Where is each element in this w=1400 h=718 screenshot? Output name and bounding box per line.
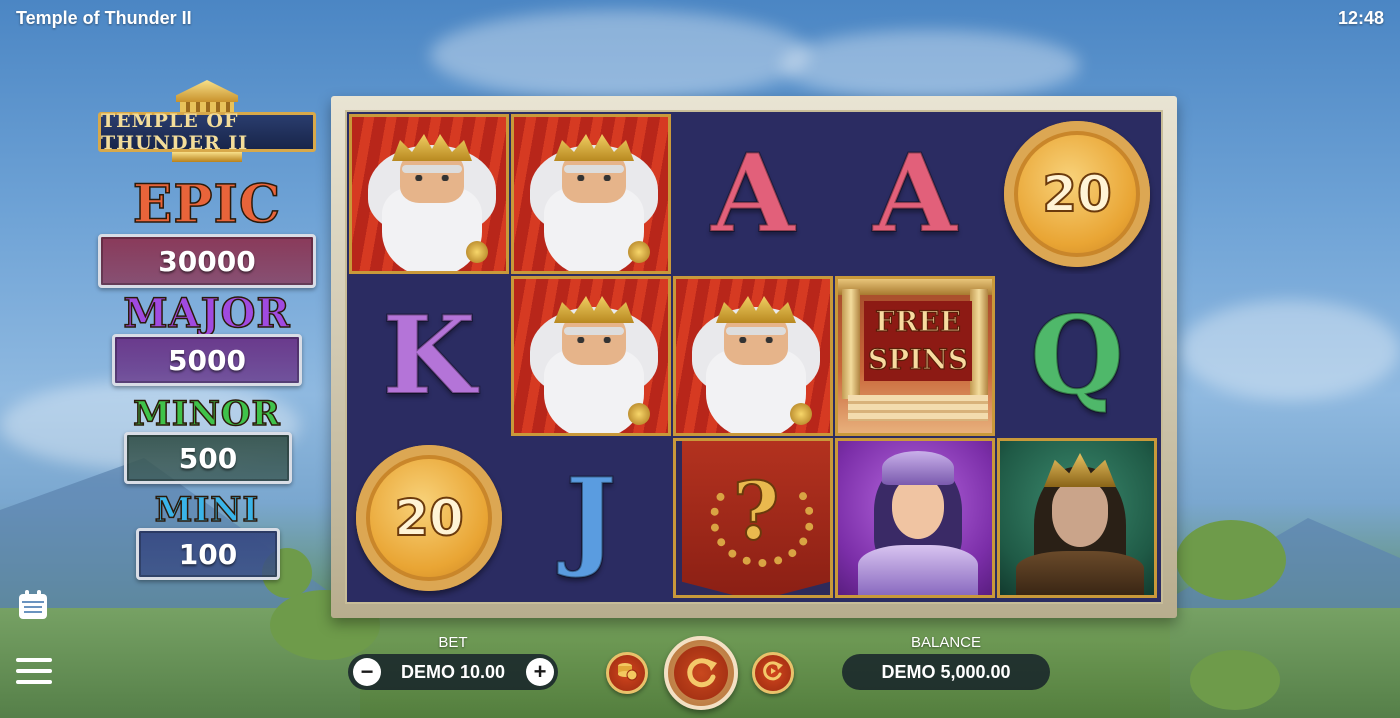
- temple-column: [842, 289, 860, 399]
- autoplay-icon: [761, 659, 785, 688]
- bet-increase-button[interactable]: +: [526, 658, 554, 686]
- logo-text: TEMPLE OF THUNDER II: [98, 110, 316, 154]
- zeus-portrait: [514, 279, 668, 433]
- zeus-eyes: [572, 175, 616, 181]
- athena-symbol: [835, 438, 995, 598]
- temple-steps: [848, 395, 988, 421]
- athena-armor: [858, 545, 978, 595]
- reel-grid: A A 20 K FREE SPINS Q 20 J?: [345, 110, 1163, 604]
- letter-symbol-a: A: [835, 114, 995, 274]
- zeus-medal: [628, 403, 650, 425]
- jackpot-value-mini: 100: [136, 528, 280, 580]
- athena-portrait: [838, 441, 992, 595]
- zeus-symbol: [511, 276, 671, 436]
- letter-glyph: K: [381, 293, 477, 419]
- zeus-eyes: [572, 337, 616, 343]
- zeus-medal: [790, 403, 812, 425]
- jackpot-title-major: MAJOR: [123, 289, 291, 338]
- jackpot-value-major: 5000: [112, 334, 302, 386]
- gold-coin: 20: [1004, 121, 1150, 267]
- coin-symbol: 20: [349, 438, 509, 598]
- letter-symbol-a: A: [673, 114, 833, 274]
- letter-symbol-j: J: [511, 438, 671, 598]
- jackpot-title-minor: MINOR: [133, 393, 281, 435]
- zeus-brow: [564, 165, 624, 173]
- bet-value: DEMO 10.00: [400, 661, 506, 682]
- bet-label: BET: [438, 634, 468, 651]
- athena-face: [892, 477, 944, 539]
- jackpot-title-epic: EPIC: [132, 173, 282, 236]
- autoplay-button[interactable]: [752, 652, 794, 694]
- gold-coin: 20: [356, 445, 502, 591]
- free-spins-symbol: FREE SPINS: [835, 276, 995, 436]
- jackpot-title-mini: MINI: [154, 489, 260, 531]
- zeus-medal: [628, 241, 650, 263]
- background-tree: [1190, 650, 1280, 710]
- letter-glyph: Q: [1029, 293, 1125, 419]
- temple-column: [970, 289, 988, 399]
- zeus-symbol: [673, 276, 833, 436]
- mystery-symbol: ?: [673, 438, 833, 598]
- zeus-brow: [726, 327, 786, 335]
- spin-button[interactable]: [664, 636, 738, 710]
- zeus-portrait: [352, 117, 506, 271]
- letter-glyph: J: [564, 455, 617, 581]
- reel-frame: A A 20 K FREE SPINS Q 20 J?: [331, 96, 1177, 618]
- background-cloud: [780, 30, 1080, 100]
- coin-value: 20: [393, 488, 465, 548]
- letter-symbol-q: Q: [997, 276, 1157, 436]
- background-cloud: [1180, 300, 1400, 400]
- mystery-banner-bg: ?: [676, 441, 830, 595]
- letter-symbol-k: K: [349, 276, 509, 436]
- zeus-symbol: [511, 114, 671, 274]
- jackpot-value-epic: 30000: [98, 234, 316, 288]
- calendar-icon[interactable]: [16, 588, 50, 627]
- zeus-brow: [564, 327, 624, 335]
- zeus-portrait: [676, 279, 830, 433]
- temple-roof: [176, 80, 238, 102]
- hero-armor: [1016, 551, 1144, 595]
- free-spins-temple: FREE SPINS: [838, 279, 992, 433]
- background-tree: [1176, 520, 1286, 600]
- zeus-symbol: [349, 114, 509, 274]
- letter-glyph: A: [710, 131, 796, 257]
- balance-display: DEMO 5,000.00: [842, 654, 1050, 690]
- zeus-eyes: [410, 175, 454, 181]
- zeus-brow: [402, 165, 462, 173]
- clock: 12:48: [1337, 8, 1384, 28]
- balance-label: BALANCE: [910, 634, 982, 651]
- hamburger-menu-icon[interactable]: [16, 656, 52, 691]
- temple-base: [172, 152, 242, 162]
- background-cloud: [430, 10, 810, 100]
- zeus-medal: [466, 241, 488, 263]
- hero-portrait: [1000, 441, 1154, 595]
- spin-icon: [674, 646, 728, 700]
- letter-glyph: A: [872, 131, 958, 257]
- athena-helmet: [882, 451, 954, 485]
- zeus-portrait: [514, 117, 668, 271]
- hero-symbol: [997, 438, 1157, 598]
- hero-crown: [1044, 453, 1116, 487]
- coin-value: 20: [1041, 164, 1113, 224]
- app-title: Temple of Thunder II: [16, 8, 192, 28]
- hero-face: [1052, 481, 1108, 547]
- free-spins-label: FREE SPINS: [864, 301, 972, 381]
- coin-symbol: 20: [997, 114, 1157, 274]
- game-logo: TEMPLE OF THUNDER II: [98, 80, 316, 164]
- jackpot-value-minor: 500: [124, 432, 292, 484]
- mystery-banner: ?: [682, 441, 830, 595]
- temple-roof: [838, 279, 992, 295]
- bet-decrease-button[interactable]: −: [353, 658, 381, 686]
- coin-stack-icon: [616, 660, 638, 687]
- coin-stack-button[interactable]: [606, 652, 648, 694]
- zeus-eyes: [734, 337, 778, 343]
- laurel-wreath-icon: [710, 471, 814, 567]
- balance-value: DEMO 5,000.00: [881, 661, 1011, 682]
